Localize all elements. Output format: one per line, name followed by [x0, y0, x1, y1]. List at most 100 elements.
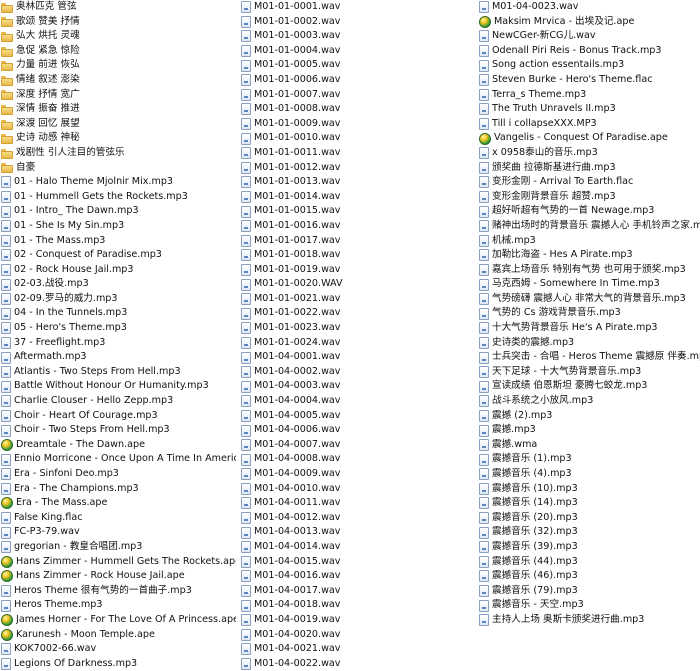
- file-item[interactable]: M01-01-0013.wav: [240, 175, 480, 190]
- file-item[interactable]: M01-01-0001.wav: [240, 0, 480, 15]
- file-item[interactable]: M01-04-0015.wav: [240, 555, 480, 570]
- file-item[interactable]: 主持人上场 奥斯卡颁奖进行曲.mp3: [478, 613, 700, 628]
- file-item[interactable]: M01-01-0005.wav: [240, 58, 480, 73]
- file-item[interactable]: 震撼音乐 - 天空.mp3: [478, 598, 700, 613]
- file-item[interactable]: M01-04-0009.wav: [240, 467, 480, 482]
- file-item[interactable]: M01-01-0014.wav: [240, 190, 480, 205]
- file-item[interactable]: 士兵突击 - 合唱 - Heros Theme 震撼原 伴奏.mp3: [478, 350, 700, 365]
- folder-item[interactable]: 史诗 动感 神秘: [0, 131, 236, 146]
- file-item[interactable]: Steven Burke - Hero's Theme.flac: [478, 73, 700, 88]
- file-item[interactable]: M01-04-0019.wav: [240, 613, 480, 628]
- file-item[interactable]: x 0958泰山的音乐.mp3: [478, 146, 700, 161]
- file-item[interactable]: 震撼音乐 (14).mp3: [478, 496, 700, 511]
- file-item[interactable]: 赌神出场时的背景音乐 震撼人心 手机铃声之家.mp3: [478, 219, 700, 234]
- file-item[interactable]: False King.flac: [0, 511, 236, 526]
- file-item[interactable]: 天下足球 - 十大气势背景音乐.mp3: [478, 365, 700, 380]
- file-item[interactable]: 震撼.wma: [478, 438, 700, 453]
- file-item[interactable]: 震撼音乐 (10).mp3: [478, 482, 700, 497]
- file-item[interactable]: M01-01-0022.wav: [240, 306, 480, 321]
- folder-item[interactable]: 深情 振奋 推进: [0, 102, 236, 117]
- file-item[interactable]: 震撼音乐 (32).mp3: [478, 525, 700, 540]
- file-item[interactable]: 超好听超有气势的一首 Newage.mp3: [478, 204, 700, 219]
- file-item[interactable]: M01-04-0023.wav: [478, 0, 700, 15]
- file-item[interactable]: M01-01-0008.wav: [240, 102, 480, 117]
- file-item[interactable]: Choir - Heart Of Courage.mp3: [0, 409, 236, 424]
- file-item[interactable]: M01-04-0013.wav: [240, 525, 480, 540]
- file-item[interactable]: 加勒比海盗 - Hes A Pirate.mp3: [478, 248, 700, 263]
- file-item[interactable]: 宣读成绩 伯恩斯坦 豪腾七蛟龙.mp3: [478, 379, 700, 394]
- file-item[interactable]: M01-01-0006.wav: [240, 73, 480, 88]
- file-item[interactable]: 震撼音乐 (39).mp3: [478, 540, 700, 555]
- file-item[interactable]: KOK7002-66.wav: [0, 642, 236, 657]
- file-item[interactable]: M01-04-0001.wav: [240, 350, 480, 365]
- file-item[interactable]: 震撼音乐 (1).mp3: [478, 452, 700, 467]
- file-item[interactable]: Vangelis - Conquest Of Paradise.ape: [478, 131, 700, 146]
- file-item[interactable]: 震撼 (2).mp3: [478, 409, 700, 424]
- file-item[interactable]: Terra_s Theme.mp3: [478, 88, 700, 103]
- file-item[interactable]: Till i collapseXXX.MP3: [478, 117, 700, 132]
- file-item[interactable]: Atlantis - Two Steps From Hell.mp3: [0, 365, 236, 380]
- file-item[interactable]: NewCGer-新CG儿.wav: [478, 29, 700, 44]
- file-item[interactable]: M01-04-0020.wav: [240, 628, 480, 643]
- file-item[interactable]: Karunesh - Moon Temple.ape: [0, 628, 236, 643]
- file-item[interactable]: M01-04-0003.wav: [240, 379, 480, 394]
- file-item[interactable]: M01-01-0004.wav: [240, 44, 480, 59]
- file-item[interactable]: M01-04-0016.wav: [240, 569, 480, 584]
- file-item[interactable]: 02-09.罗马的威力.mp3: [0, 292, 236, 307]
- file-item[interactable]: Legions Of Darkness.mp3: [0, 657, 236, 671]
- file-item[interactable]: James Horner - For The Love Of A Princes…: [0, 613, 236, 628]
- file-item[interactable]: 02 - Conquest of Paradise.mp3: [0, 248, 236, 263]
- file-item[interactable]: 马克西姆 - Somewhere In Time.mp3: [478, 277, 700, 292]
- file-item[interactable]: 气势磅礴 震撼人心 非常大气的背景音乐.mp3: [478, 292, 700, 307]
- file-item[interactable]: The Truth Unravels II.mp3: [478, 102, 700, 117]
- file-item[interactable]: 十大气势背景音乐 He's A Pirate.mp3: [478, 321, 700, 336]
- folder-item[interactable]: 情绪 叙述 澎染: [0, 73, 236, 88]
- file-item[interactable]: FC-P3-79.wav: [0, 525, 236, 540]
- file-item[interactable]: Battle Without Honour Or Humanity.mp3: [0, 379, 236, 394]
- file-item[interactable]: Maksim Mrvica - 出埃及记.ape: [478, 15, 700, 30]
- file-item[interactable]: Era - The Champions.mp3: [0, 482, 236, 497]
- file-item[interactable]: M01-01-0021.wav: [240, 292, 480, 307]
- file-item[interactable]: M01-01-0002.wav: [240, 15, 480, 30]
- file-item[interactable]: M01-01-0017.wav: [240, 234, 480, 249]
- file-item[interactable]: M01-01-0015.wav: [240, 204, 480, 219]
- file-item[interactable]: Aftermath.mp3: [0, 350, 236, 365]
- file-item[interactable]: M01-01-0023.wav: [240, 321, 480, 336]
- file-item[interactable]: Hans Zimmer - Rock House Jail.ape: [0, 569, 236, 584]
- file-item[interactable]: 01 - She Is My Sin.mp3: [0, 219, 236, 234]
- folder-item[interactable]: 深渡 回忆 展望: [0, 117, 236, 132]
- file-item[interactable]: 变形金刚 - Arrival To Earth.flac: [478, 175, 700, 190]
- file-item[interactable]: M01-04-0008.wav: [240, 452, 480, 467]
- file-item[interactable]: Charlie Clouser - Hello Zepp.mp3: [0, 394, 236, 409]
- file-item[interactable]: 02-03.战役.mp3: [0, 277, 236, 292]
- file-item[interactable]: M01-04-0005.wav: [240, 409, 480, 424]
- file-item[interactable]: M01-04-0006.wav: [240, 423, 480, 438]
- file-item[interactable]: 战斗系统之小放风.mp3: [478, 394, 700, 409]
- file-item[interactable]: Era - The Mass.ape: [0, 496, 236, 511]
- file-item[interactable]: M01-01-0020.WAV: [240, 277, 480, 292]
- file-item[interactable]: gregorian - 教皇合唱团.mp3: [0, 540, 236, 555]
- file-item[interactable]: Ennio Morricone - Once Upon A Time In Am…: [0, 452, 236, 467]
- file-item[interactable]: 颁奖曲 拉德斯基进行曲.mp3: [478, 161, 700, 176]
- file-item[interactable]: 震撼音乐 (44).mp3: [478, 555, 700, 570]
- file-item[interactable]: M01-01-0011.wav: [240, 146, 480, 161]
- file-item[interactable]: 01 - The Mass.mp3: [0, 234, 236, 249]
- file-item[interactable]: 震撼音乐 (46).mp3: [478, 569, 700, 584]
- file-item[interactable]: 震撼音乐 (20).mp3: [478, 511, 700, 526]
- folder-item[interactable]: 急促 紧急 惊险: [0, 44, 236, 59]
- file-item[interactable]: M01-01-0003.wav: [240, 29, 480, 44]
- file-item[interactable]: M01-04-0014.wav: [240, 540, 480, 555]
- file-item[interactable]: 嘉宾上场音乐 特别有气势 也可用于颁奖.mp3: [478, 263, 700, 278]
- folder-item[interactable]: 力量 前进 恢弘: [0, 58, 236, 73]
- file-item[interactable]: Dreamtale - The Dawn.ape: [0, 438, 236, 453]
- file-item[interactable]: 01 - Intro_ The Dawn.mp3: [0, 204, 236, 219]
- file-item[interactable]: 气势的 Cs 游戏背景音乐.mp3: [478, 306, 700, 321]
- file-item[interactable]: 37 - Freeflight.mp3: [0, 336, 236, 351]
- file-item[interactable]: M01-04-0010.wav: [240, 482, 480, 497]
- folder-item[interactable]: 歌颂 赞美 抒情: [0, 15, 236, 30]
- folder-item[interactable]: 深度 抒情 宽广: [0, 88, 236, 103]
- file-item[interactable]: 02 - Rock House Jail.mp3: [0, 263, 236, 278]
- file-item[interactable]: M01-04-0004.wav: [240, 394, 480, 409]
- file-item[interactable]: M01-01-0009.wav: [240, 117, 480, 132]
- file-item[interactable]: M01-04-0018.wav: [240, 598, 480, 613]
